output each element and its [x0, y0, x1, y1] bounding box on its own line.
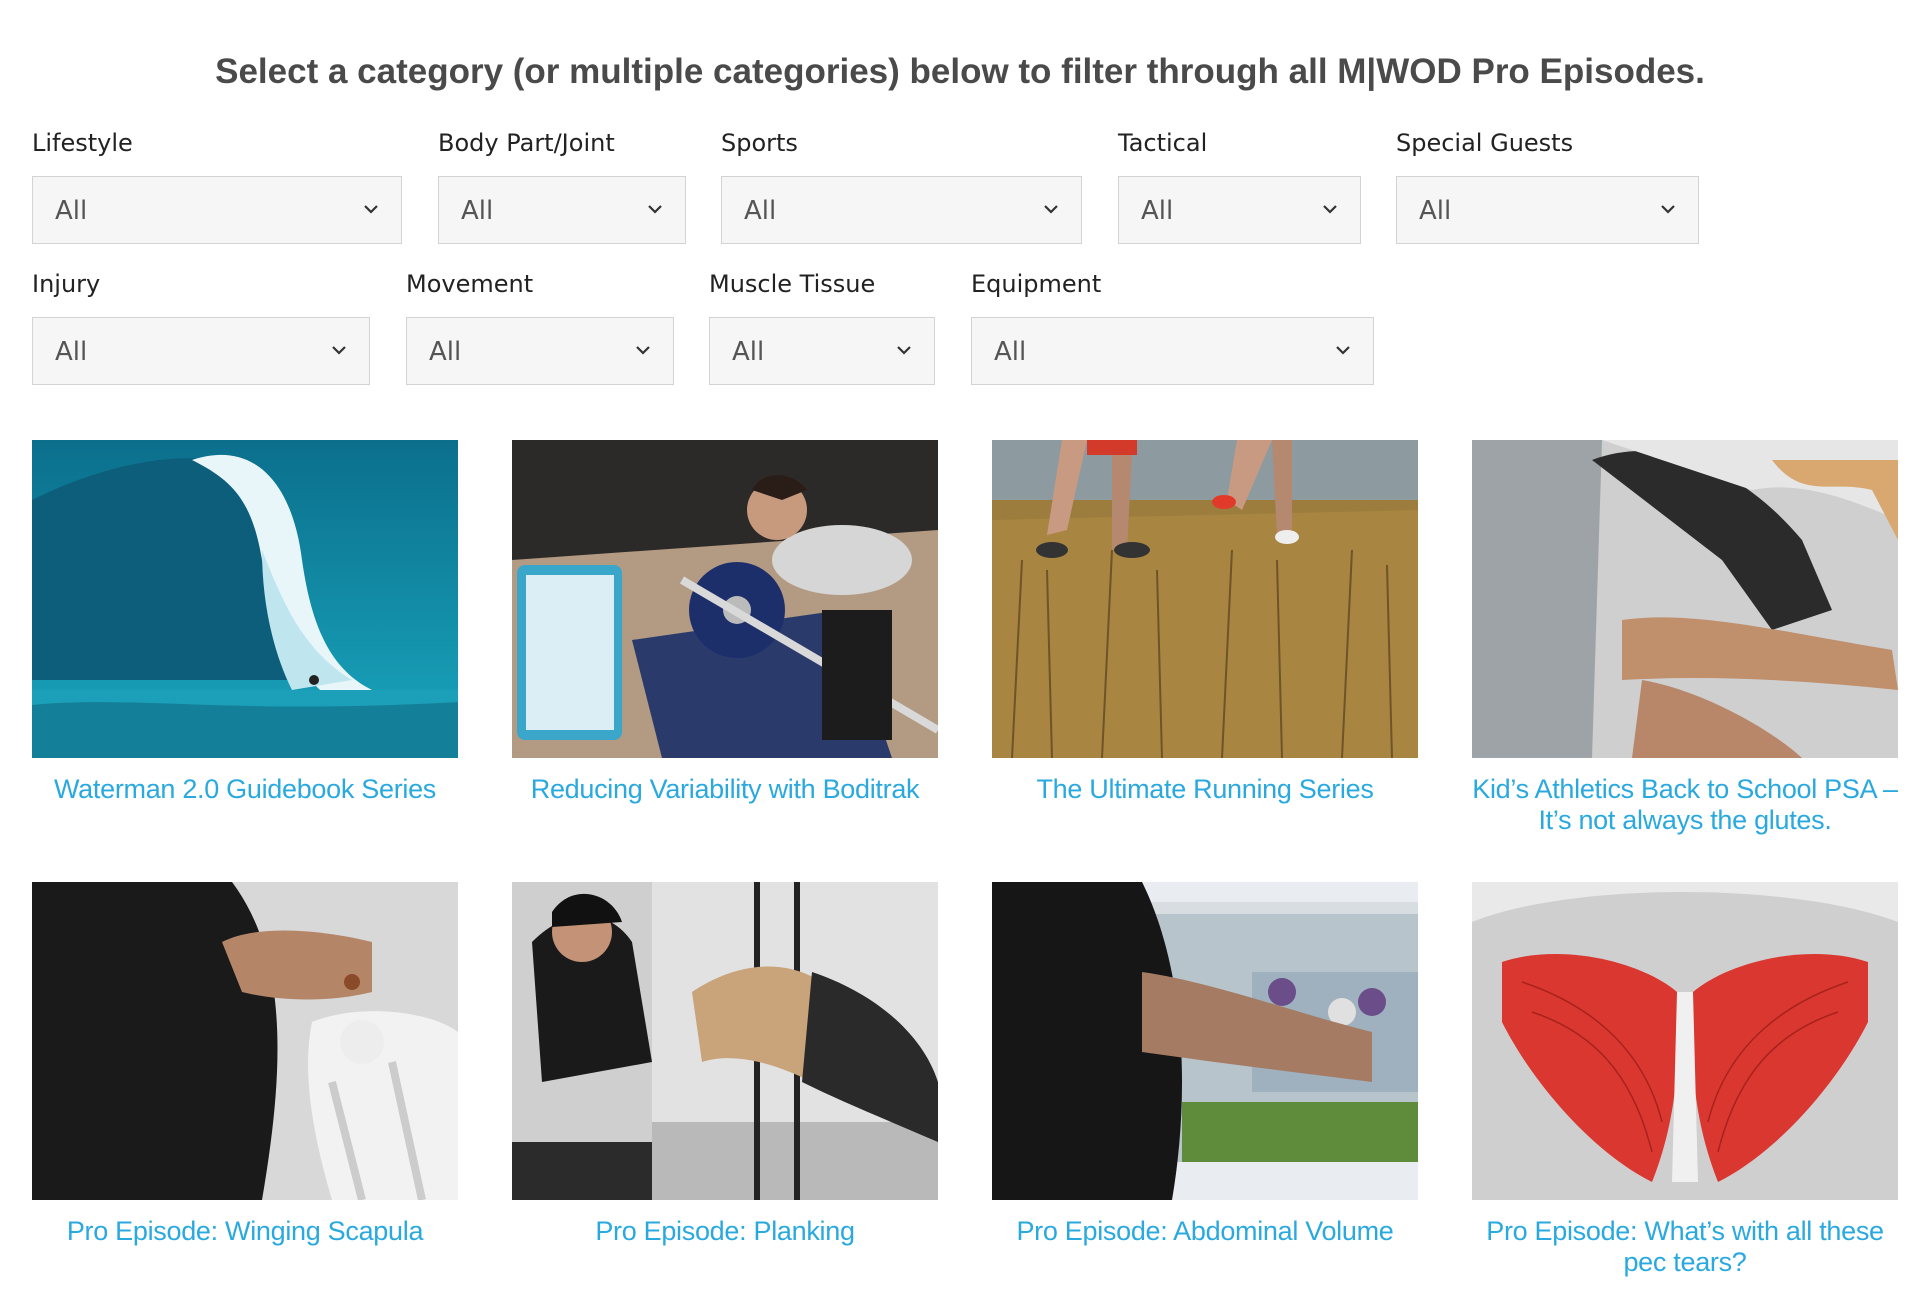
chevron-down-icon: [332, 346, 346, 355]
pectoral-muscle-anatomy-image[interactable]: [1472, 882, 1898, 1200]
select-value: All: [1141, 196, 1174, 226]
filter-label: Muscle Tissue: [709, 270, 876, 298]
episode-card[interactable]: The Ultimate Running Series: [992, 440, 1418, 805]
surfing-wave-image[interactable]: [32, 440, 458, 758]
filter-injury: Injury All: [32, 267, 370, 385]
filter-body-part-joint: Body Part/Joint All: [438, 126, 686, 244]
chevron-down-icon: [897, 346, 911, 355]
episode-title-link[interactable]: Pro Episode: Winging Scapula: [32, 1216, 458, 1247]
skeleton-shoulder-image[interactable]: [32, 882, 458, 1200]
injury-select[interactable]: All: [32, 317, 370, 385]
sports-select[interactable]: All: [721, 176, 1082, 244]
coach-pointing-screen-image[interactable]: [992, 882, 1418, 1200]
episode-card[interactable]: Reducing Variability with Boditrak: [512, 440, 938, 805]
episode-card[interactable]: Pro Episode: Winging Scapula: [32, 882, 458, 1247]
filter-label: Injury: [32, 270, 101, 298]
filter-label: Body Part/Joint: [438, 129, 615, 157]
special-guests-select[interactable]: All: [1396, 176, 1699, 244]
chevron-down-icon: [1323, 205, 1337, 214]
filter-label: Lifestyle: [32, 129, 133, 157]
episode-title-link[interactable]: The Ultimate Running Series: [992, 774, 1418, 805]
chevron-down-icon: [1661, 205, 1675, 214]
filter-special-guests: Special Guests All: [1396, 126, 1699, 244]
select-value: All: [744, 196, 777, 226]
page-heading: Select a category (or multiple categorie…: [215, 52, 1705, 91]
filter-label: Sports: [721, 129, 798, 157]
select-value: All: [732, 337, 765, 367]
movement-select[interactable]: All: [406, 317, 674, 385]
chevron-down-icon: [1044, 205, 1058, 214]
filter-equipment: Equipment All: [971, 267, 1374, 385]
episode-card[interactable]: Kid’s Athletics Back to School PSA – It’…: [1472, 440, 1898, 836]
select-value: All: [429, 337, 462, 367]
select-value: All: [994, 337, 1027, 367]
episode-card[interactable]: Pro Episode: Planking: [512, 882, 938, 1247]
filter-tactical: Tactical All: [1118, 126, 1361, 244]
tactical-select[interactable]: All: [1118, 176, 1361, 244]
barbell-deadlift-image[interactable]: [512, 440, 938, 758]
episode-title-link[interactable]: Kid’s Athletics Back to School PSA – It’…: [1472, 774, 1898, 836]
chevron-down-icon: [1336, 346, 1350, 355]
episode-title-link[interactable]: Pro Episode: Planking: [512, 1216, 938, 1247]
chevron-down-icon: [636, 346, 650, 355]
select-value: All: [55, 337, 88, 367]
filter-label: Tactical: [1118, 129, 1208, 157]
filter-label: Movement: [406, 270, 534, 298]
lifestyle-select[interactable]: All: [32, 176, 402, 244]
muscle-tissue-select[interactable]: All: [709, 317, 935, 385]
equipment-select[interactable]: All: [971, 317, 1374, 385]
body-part-joint-select[interactable]: All: [438, 176, 686, 244]
episode-card[interactable]: Pro Episode: Abdominal Volume: [992, 882, 1418, 1247]
select-value: All: [1419, 196, 1452, 226]
episode-title-link[interactable]: Pro Episode: Abdominal Volume: [992, 1216, 1418, 1247]
chevron-down-icon: [364, 205, 378, 214]
episode-title-link[interactable]: Waterman 2.0 Guidebook Series: [32, 774, 458, 805]
select-value: All: [55, 196, 88, 226]
filter-label: Equipment: [971, 270, 1102, 298]
coach-mobility-image[interactable]: [1472, 440, 1898, 758]
episode-card[interactable]: Waterman 2.0 Guidebook Series: [32, 440, 458, 805]
filter-muscle-tissue: Muscle Tissue All: [709, 267, 935, 385]
filter-sports: Sports All: [721, 126, 1082, 244]
episode-card[interactable]: Pro Episode: What’s with all these pec t…: [1472, 882, 1898, 1278]
filter-label: Special Guests: [1396, 129, 1574, 157]
runners-in-field-image[interactable]: [992, 440, 1418, 758]
filter-lifestyle: Lifestyle All: [32, 126, 402, 244]
filter-movement: Movement All: [406, 267, 674, 385]
suspension-trainer-plank-image[interactable]: [512, 882, 938, 1200]
episode-title-link[interactable]: Reducing Variability with Boditrak: [512, 774, 938, 805]
episode-title-link[interactable]: Pro Episode: What’s with all these pec t…: [1472, 1216, 1898, 1278]
chevron-down-icon: [648, 205, 662, 214]
select-value: All: [461, 196, 494, 226]
